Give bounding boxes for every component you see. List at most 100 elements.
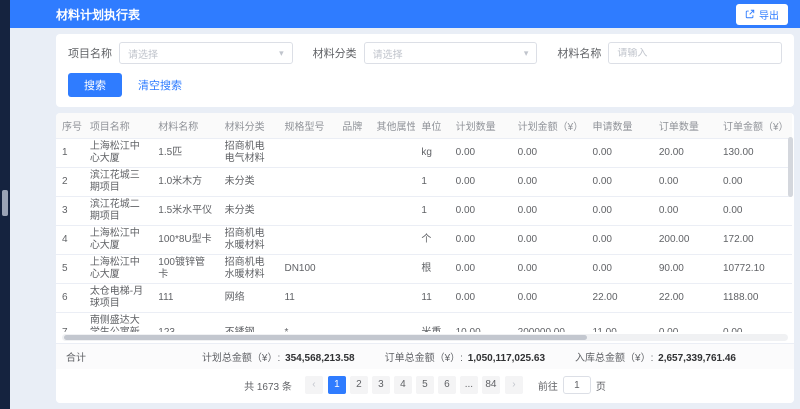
table-cell: 123 [152, 313, 218, 333]
pager-page[interactable]: 84 [482, 376, 500, 394]
table-cell: 22.00 [653, 284, 717, 313]
table-cell: 0.00 [717, 168, 792, 197]
table-cell [336, 226, 370, 255]
pager-prev-icon[interactable]: ‹ [305, 376, 323, 394]
goto-prefix-label: 前往 [538, 378, 558, 393]
table-cell [370, 255, 415, 284]
table-row: 1上海松江中心大厦1.5匹招商机电电气材料kg0.000.000.0020.00… [56, 139, 792, 168]
table-cell: 0.00 [450, 168, 512, 197]
table-cell: 0.00 [717, 197, 792, 226]
column-header: 材料名称 [152, 113, 218, 139]
sidebar-toggle-handle[interactable] [2, 190, 8, 216]
table-cell: DN100 [278, 255, 336, 284]
table-cell: * [278, 313, 336, 333]
table-cell: 0.00 [512, 197, 587, 226]
column-header: 材料分类 [219, 113, 279, 139]
pager-ellipsis: ... [460, 376, 478, 394]
table-cell: 0.00 [587, 168, 653, 197]
table-cell: 7 [56, 313, 84, 333]
table-cell: 0.00 [512, 168, 587, 197]
page-title: 材料计划执行表 [56, 6, 140, 23]
pager-page[interactable]: 5 [416, 376, 434, 394]
table-cell: 20.00 [653, 139, 717, 168]
main-content: 项目名称 请选择 ▾ 材料分类 请选择 ▾ 材料名称 搜 [10, 28, 800, 409]
horizontal-scrollbar-thumb[interactable] [64, 335, 587, 340]
material-name-input[interactable] [617, 48, 773, 59]
plan-total-label: 计划总金额（¥）: [202, 353, 280, 364]
export-button-label: 导出 [759, 7, 779, 22]
table-cell [370, 168, 415, 197]
column-header: 订单数量 [653, 113, 717, 139]
order-total-value: 1,050,117,025.63 [468, 353, 545, 364]
pager-page[interactable]: 4 [394, 376, 412, 394]
table-cell [336, 284, 370, 313]
top-header-bar: 材料计划执行表 导出 [10, 0, 800, 28]
table-cell [336, 139, 370, 168]
table-row: 3滨江花城二期项目1.5米水平仪未分类10.000.000.000.000.00 [56, 197, 792, 226]
table-body: 1上海松江中心大厦1.5匹招商机电电气材料kg0.000.000.0020.00… [56, 139, 792, 333]
table-cell: 上海松江中心大厦 [84, 255, 152, 284]
table-cell [336, 255, 370, 284]
column-header: 计划数量 [450, 113, 512, 139]
pager-page[interactable]: 1 [328, 376, 346, 394]
table-cell: 22.00 [587, 284, 653, 313]
project-name-label: 项目名称 [68, 45, 112, 61]
goto-page-input[interactable] [563, 376, 591, 394]
clear-search-button[interactable]: 清空搜索 [138, 77, 182, 93]
table-cell [278, 197, 336, 226]
table-cell: 0.00 [450, 255, 512, 284]
table-cell: 111 [152, 284, 218, 313]
vertical-scrollbar-thumb[interactable] [788, 137, 793, 197]
table-cell: 0.00 [587, 255, 653, 284]
table-cell: 5 [56, 255, 84, 284]
table-row: 4上海松江中心大厦100*8U型卡招商机电水暖材料个0.000.000.0020… [56, 226, 792, 255]
column-header: 品牌 [336, 113, 370, 139]
table-cell [278, 168, 336, 197]
filter-panel: 项目名称 请选择 ▾ 材料分类 请选择 ▾ 材料名称 搜 [56, 34, 794, 107]
material-category-select[interactable]: 请选择 ▾ [364, 42, 538, 64]
chevron-down-icon: ▾ [524, 48, 529, 59]
column-header: 规格型号 [278, 113, 336, 139]
table-cell: 0.00 [450, 226, 512, 255]
table-cell [370, 197, 415, 226]
table-cell: 10.00 [450, 313, 512, 333]
table-cell: kg [415, 139, 449, 168]
table-cell [336, 197, 370, 226]
table-cell: 1188.00 [717, 284, 792, 313]
table-cell: 南侧盛达大学生公寓新建 [84, 313, 152, 333]
table-cell: 根 [415, 255, 449, 284]
pager-page[interactable]: 2 [350, 376, 368, 394]
table-cell: 90.00 [653, 255, 717, 284]
table-cell: 米重 [415, 313, 449, 333]
pagination-bar: 共 1673 条 ‹ 123456...84 › 前往 页 [56, 369, 794, 403]
pager-page[interactable]: 3 [372, 376, 390, 394]
material-name-label: 材料名称 [557, 45, 601, 61]
table-cell [278, 226, 336, 255]
horizontal-scrollbar[interactable] [62, 334, 788, 341]
table-cell: 11 [415, 284, 449, 313]
project-name-placeholder: 请选择 [128, 46, 158, 61]
pager-pages: 123456...84 [328, 376, 500, 394]
table-cell: 0.00 [587, 139, 653, 168]
table-cell: 滨江花城二期项目 [84, 197, 152, 226]
table-cell: 0.00 [587, 226, 653, 255]
pager-next-icon[interactable]: › [505, 376, 523, 394]
table-cell [336, 313, 370, 333]
table-cell: 0.00 [450, 284, 512, 313]
project-name-select[interactable]: 请选择 ▾ [119, 42, 293, 64]
table-scroll-area: 序号项目名称材料名称材料分类规格型号品牌其他属性单位计划数量计划金额（¥）申请数… [56, 113, 794, 332]
collapsed-sidebar[interactable] [0, 0, 10, 409]
table-cell: 0.00 [653, 197, 717, 226]
table-cell: 上海松江中心大厦 [84, 139, 152, 168]
filter-group-category: 材料分类 请选择 ▾ [313, 42, 538, 64]
pager-page[interactable]: 6 [438, 376, 456, 394]
table-row: 2滨江花城三期项目1.0米木方未分类10.000.000.000.000.00 [56, 168, 792, 197]
table-cell: 1 [415, 168, 449, 197]
vertical-scrollbar[interactable] [788, 137, 793, 287]
table-cell: 4 [56, 226, 84, 255]
export-button[interactable]: 导出 [736, 4, 788, 25]
order-total: 订单总金额（¥）: 1,050,117,025.63 [385, 349, 545, 364]
search-button[interactable]: 搜索 [68, 73, 122, 97]
table-cell: 不锈钢 [219, 313, 279, 333]
column-header: 申请数量 [587, 113, 653, 139]
